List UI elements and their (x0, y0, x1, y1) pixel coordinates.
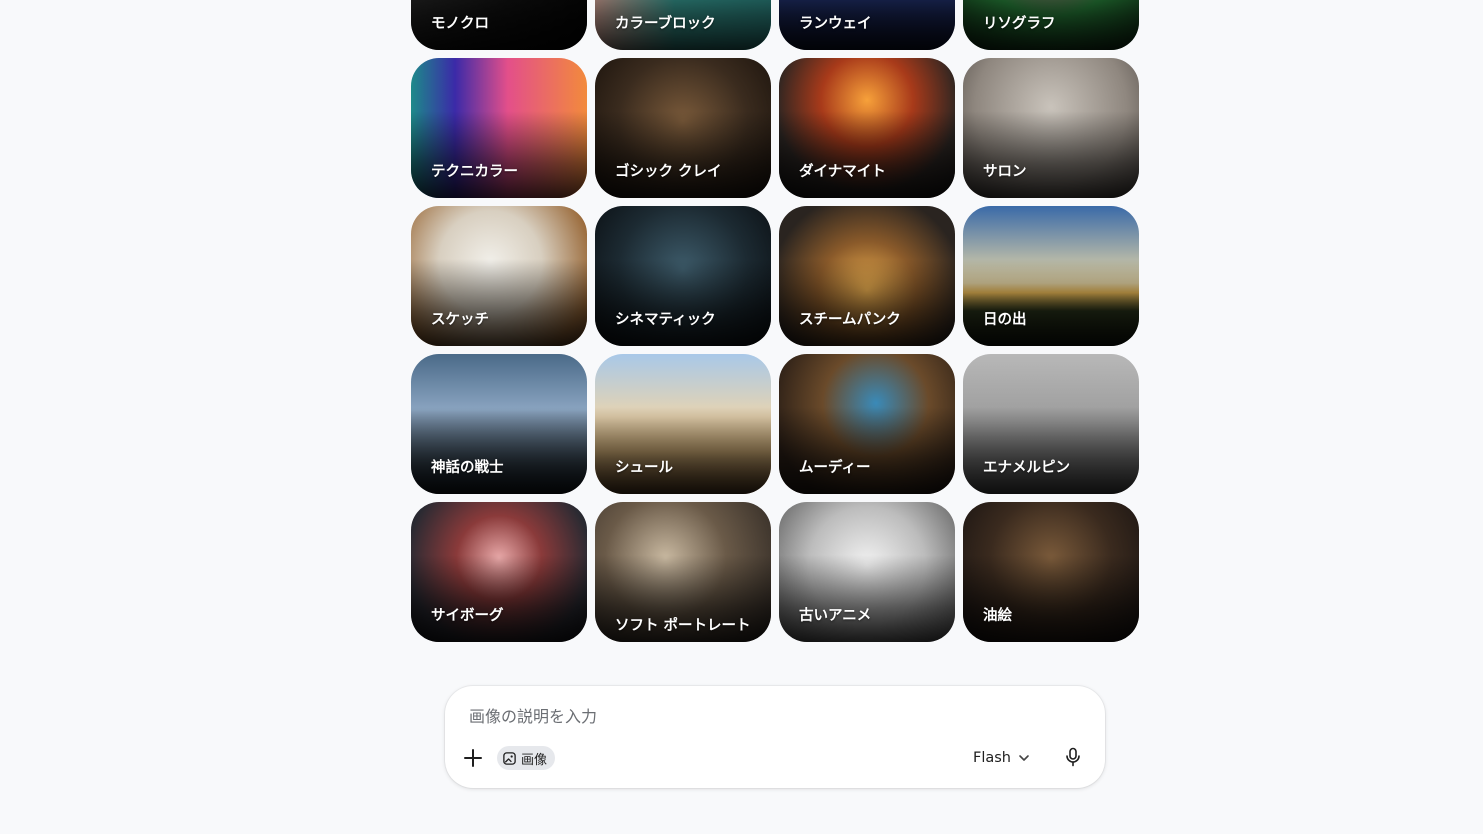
tile-shade (963, 111, 1139, 198)
style-tile-label: ソフト ポートレート (615, 618, 751, 634)
style-tile-label: テクニカラー (431, 164, 518, 180)
tile-shade (779, 111, 955, 198)
style-tile-label: スチームパンク (799, 312, 901, 328)
tile-shade (411, 555, 587, 642)
style-tile-monochrome[interactable]: モノクロ (411, 0, 587, 50)
tile-shade (595, 259, 771, 346)
tile-shade (411, 259, 587, 346)
style-tile-risograph[interactable]: リソグラフ (963, 0, 1139, 50)
tile-shade (411, 111, 587, 198)
style-tile-label: 日の出 (983, 312, 1027, 328)
style-tile-cyborg[interactable]: サイボーグ (411, 502, 587, 642)
style-tile-gothic-clay[interactable]: ゴシック クレイ (595, 58, 771, 198)
style-tile-label: シネマティック (615, 312, 716, 328)
tile-shade (963, 555, 1139, 642)
prompt-composer: 画像の説明を入力 画像 Flash (445, 686, 1105, 788)
style-tile-label: 古いアニメ (799, 608, 872, 624)
style-tile-label: カラーブロック (615, 16, 716, 32)
style-tile-surreal[interactable]: シュール (595, 354, 771, 494)
voice-input-button[interactable] (1061, 745, 1085, 769)
style-tile-runway[interactable]: ランウェイ (779, 0, 955, 50)
tile-shade (411, 407, 587, 494)
style-tile-moody[interactable]: ムーディー (779, 354, 955, 494)
style-tile-steampunk[interactable]: スチームパンク (779, 206, 955, 346)
mic-icon (1066, 747, 1080, 767)
tile-shade (963, 259, 1139, 346)
tile-shade (595, 111, 771, 198)
style-tile-label: リソグラフ (983, 16, 1056, 32)
style-tile-soft-portrait[interactable]: ソフト ポートレート (595, 502, 771, 642)
tile-shade (595, 407, 771, 494)
style-tile-sketch[interactable]: スケッチ (411, 206, 587, 346)
style-tile-label: ゴシック クレイ (615, 164, 722, 180)
model-selector[interactable]: Flash (973, 746, 1033, 770)
style-tile-label: ダイナマイト (799, 164, 886, 180)
tile-shade (963, 407, 1139, 494)
style-tile-label: 油絵 (983, 608, 1012, 624)
style-tile-salon[interactable]: サロン (963, 58, 1139, 198)
style-tile-label: サロン (983, 164, 1027, 180)
image-tool-chip[interactable]: 画像 (497, 746, 556, 770)
style-tile-old-cartoon[interactable]: 古いアニメ (779, 502, 955, 642)
style-tile-mythic-warrior[interactable]: 神話の戦士 (411, 354, 587, 494)
style-tile-label: スケッチ (431, 312, 489, 328)
style-tile-label: モノクロ (431, 16, 489, 32)
tile-shade (779, 555, 955, 642)
style-tile-oil-painting[interactable]: 油絵 (963, 502, 1139, 642)
style-tile-label: ムーディー (799, 460, 871, 476)
style-tile-technicolor[interactable]: テクニカラー (411, 58, 587, 198)
image-icon (503, 751, 516, 765)
style-tile-color-block[interactable]: カラーブロック (595, 0, 771, 50)
style-tile-dynamite[interactable]: ダイナマイト (779, 58, 955, 198)
style-tile-label: シュール (615, 460, 673, 476)
style-tile-cinematic[interactable]: シネマティック (595, 206, 771, 346)
tile-shade (779, 259, 955, 346)
style-tile-label: 神話の戦士 (431, 460, 504, 476)
style-tile-enamel-pin[interactable]: エナメルピン (963, 354, 1139, 494)
tile-shade (779, 407, 955, 494)
style-tile-label: サイボーグ (431, 608, 504, 624)
image-tool-chip-label: 画像 (521, 752, 548, 768)
add-button[interactable] (461, 746, 485, 770)
style-tile-label: エナメルピン (983, 460, 1070, 476)
style-tile-sunrise[interactable]: 日の出 (963, 206, 1139, 346)
style-gallery: モノクロ カラーブロック ランウェイ リソグラフ テクニカラー ゴシック クレイ… (411, 0, 1139, 642)
model-selector-label: Flash (973, 750, 1011, 766)
chevron-down-icon (1019, 755, 1029, 761)
style-tile-label: ランウェイ (799, 16, 872, 32)
plus-icon (464, 749, 482, 767)
prompt-input[interactable]: 画像の説明を入力 (469, 703, 597, 727)
